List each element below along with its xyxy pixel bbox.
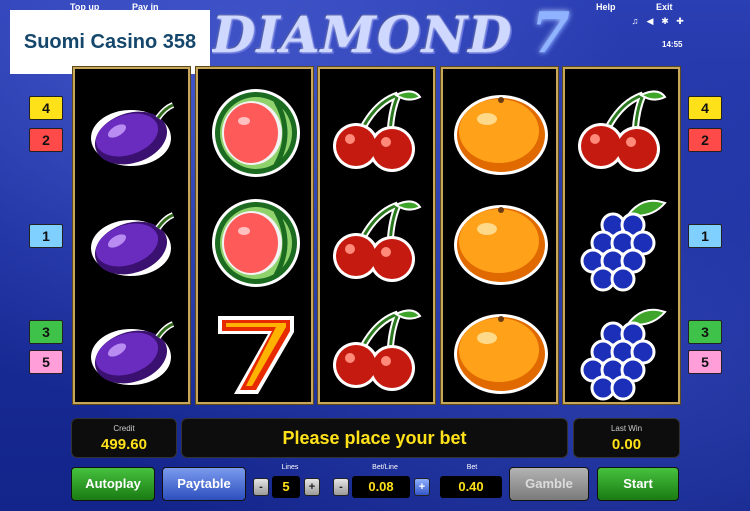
start-button[interactable]: Start <box>597 467 679 501</box>
orange-icon <box>451 83 551 183</box>
line-marker-left-2[interactable]: 2 <box>29 128 63 152</box>
paytable-button[interactable]: Paytable <box>162 467 246 501</box>
watermelon-icon <box>206 83 306 183</box>
game-title-number: 7 <box>530 0 571 62</box>
cherry-icon <box>328 193 428 293</box>
lines-value: 5 <box>272 476 300 498</box>
exit-link[interactable]: Exit <box>656 2 673 12</box>
reel-3 <box>318 67 435 404</box>
plum-icon <box>83 193 183 293</box>
system-icons: ♫ ◀ ✱ ✚ <box>630 16 685 26</box>
betline-value: 0.08 <box>352 476 410 498</box>
reel-4 <box>441 67 558 404</box>
credit-panel: Credit 499.60 <box>71 418 177 458</box>
reel-2 <box>196 67 313 404</box>
bet-label: Bet <box>466 464 478 471</box>
lines-plus-button[interactable]: + <box>304 478 320 496</box>
help-link[interactable]: Help <box>596 2 616 12</box>
line-marker-left-5[interactable]: 5 <box>29 350 63 374</box>
sound-icon[interactable]: ◀ <box>645 16 655 26</box>
betline-minus-button[interactable]: - <box>333 478 349 496</box>
gamble-button[interactable]: Gamble <box>509 467 589 501</box>
cherry-icon <box>328 83 428 183</box>
line-marker-left-4[interactable]: 4 <box>29 96 63 120</box>
lastwin-panel: Last Win 0.00 <box>573 418 680 458</box>
lines-label: Lines <box>281 464 299 471</box>
fullscreen-icon[interactable]: ✚ <box>675 16 685 26</box>
bet-value: 0.40 <box>440 476 502 498</box>
plum-icon <box>83 83 183 183</box>
watermelon-icon <box>206 193 306 293</box>
game-title-word: DIAMOND <box>212 5 513 62</box>
settings-icon[interactable]: ✱ <box>660 16 670 26</box>
line-marker-right-2[interactable]: 2 <box>688 128 722 152</box>
plum-icon <box>83 302 183 402</box>
message-panel: Please place your bet <box>181 418 568 458</box>
lines-minus-button[interactable]: - <box>253 478 269 496</box>
autoplay-button[interactable]: Autoplay <box>71 467 155 501</box>
credit-label: Credit <box>113 424 135 433</box>
clock: 14:55 <box>662 40 683 49</box>
orange-icon <box>451 302 551 402</box>
line-marker-right-3[interactable]: 3 <box>688 320 722 344</box>
line-marker-left-3[interactable]: 3 <box>29 320 63 344</box>
betline-plus-button[interactable]: + <box>414 478 430 496</box>
music-icon[interactable]: ♫ <box>630 16 640 26</box>
line-marker-right-4[interactable]: 4 <box>688 96 722 120</box>
reel-1 <box>73 67 190 404</box>
reel-5 <box>563 67 680 404</box>
status-message: Please place your bet <box>282 428 467 448</box>
grapes-icon <box>573 193 673 293</box>
lastwin-value: 0.00 <box>611 436 642 453</box>
credit-value: 499.60 <box>101 436 147 453</box>
brand-watermark: Suomi Casino 358 <box>10 10 210 74</box>
line-marker-left-1[interactable]: 1 <box>29 224 63 248</box>
line-marker-right-1[interactable]: 1 <box>688 224 722 248</box>
seven-icon <box>206 302 306 402</box>
cherry-icon <box>573 83 673 183</box>
grapes-icon <box>573 302 673 402</box>
betline-label: Bet/Line <box>372 464 398 471</box>
lastwin-label: Last Win <box>610 424 643 433</box>
orange-icon <box>451 193 551 293</box>
cherry-icon <box>328 302 428 402</box>
line-marker-right-5[interactable]: 5 <box>688 350 722 374</box>
brand-name: Suomi Casino 358 <box>23 30 197 53</box>
game-title-logo: DIAMOND 7 <box>212 0 592 62</box>
